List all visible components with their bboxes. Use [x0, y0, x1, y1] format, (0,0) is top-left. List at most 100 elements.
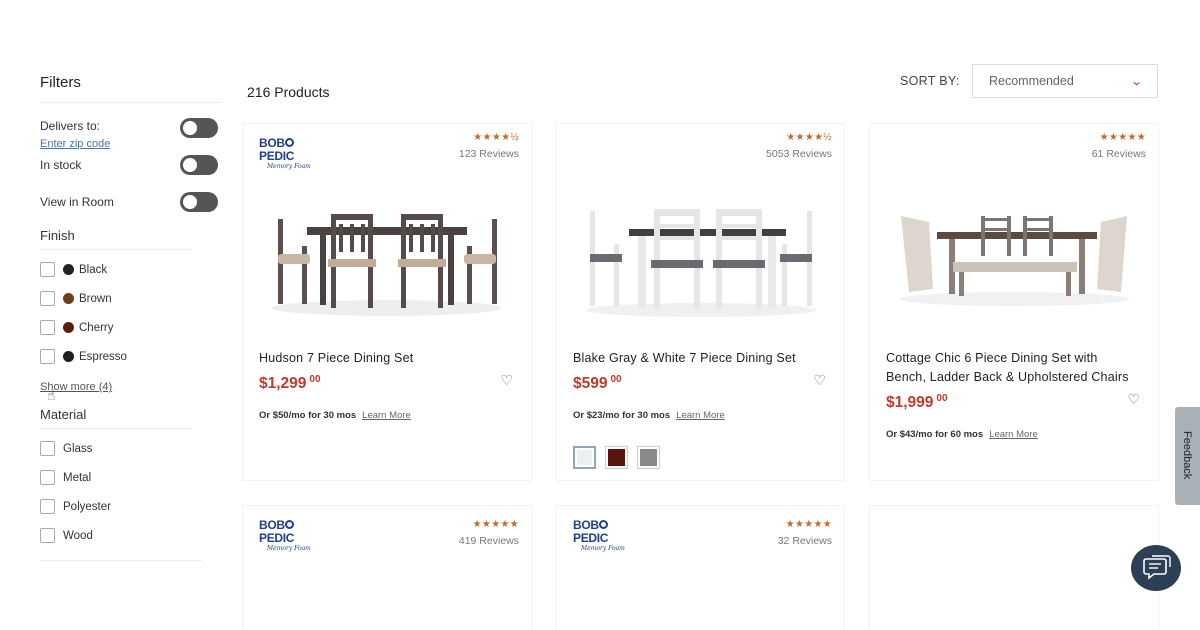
filters-title: Filters: [40, 74, 81, 91]
product-name[interactable]: Cottage Chic 6 Piece Dining Set with Ben…: [886, 349, 1129, 387]
finish-label: Espresso: [79, 350, 127, 363]
material-option-glass[interactable]: Glass: [40, 434, 222, 463]
star-rating: ★★★★½: [473, 132, 519, 143]
feedback-label: Feedback: [1181, 431, 1193, 480]
review-count[interactable]: 419 Reviews: [459, 535, 519, 547]
product-card[interactable]: BOBPEDIC Memory Foam ★★★★½ 123 Reviews H…: [243, 124, 531, 480]
finance-terms: Or $23/mo for 30 mos: [573, 410, 671, 421]
finish-option-espresso[interactable]: Espresso: [40, 342, 222, 371]
checkbox[interactable]: [40, 499, 55, 514]
brand-tagline: Memory Foam: [267, 545, 311, 552]
material-label: Polyester: [63, 500, 111, 513]
product-name[interactable]: Hudson 7 Piece Dining Set: [259, 349, 413, 368]
swatch-gray[interactable]: [637, 446, 660, 469]
finish-option-brown[interactable]: Brown: [40, 284, 222, 313]
product-card[interactable]: BOBPEDIC Memory Foam ★★★★★ 32 Reviews: [557, 506, 844, 630]
finance-text: Or $50/mo for 30 mos Learn More: [259, 410, 411, 421]
finish-options: Black Brown Cherry Espresso: [40, 255, 222, 371]
heart-icon[interactable]: ♡: [500, 372, 513, 389]
heart-icon[interactable]: ♡: [813, 372, 826, 389]
material-option-polyester[interactable]: Polyester: [40, 492, 222, 521]
filter-sidebar: Filters Delivers to: Enter zip code In s…: [40, 74, 222, 561]
brand-name: BOBPEDIC: [259, 137, 325, 163]
brand-name-part: BOB: [573, 518, 599, 532]
brand-tagline: Memory Foam: [267, 163, 311, 170]
star-rating: ★★★★½: [786, 132, 832, 143]
checkbox[interactable]: [40, 349, 55, 364]
product-card[interactable]: ★★★★½ 5053 Reviews Blake Gray & White 7 …: [557, 124, 844, 480]
learn-more-link[interactable]: Learn More: [989, 429, 1038, 440]
review-count[interactable]: 123 Reviews: [459, 148, 519, 160]
checkbox[interactable]: [40, 320, 55, 335]
toggle-knob: [183, 121, 197, 135]
chevron-down-icon: ⌄: [1129, 75, 1143, 88]
checkbox[interactable]: [40, 470, 55, 485]
checkbox[interactable]: [40, 262, 55, 277]
finish-title: Finish: [40, 228, 75, 243]
material-options: Glass Metal Polyester Wood: [40, 434, 222, 550]
learn-more-link[interactable]: Learn More: [362, 410, 411, 421]
finish-option-black[interactable]: Black: [40, 255, 222, 284]
brand-o-ring: [599, 520, 609, 529]
product-name-line-2: Bench, Ladder Back & Upholstered Chairs: [886, 370, 1129, 384]
view-in-room-toggle[interactable]: [180, 192, 218, 212]
enter-zip-link[interactable]: Enter zip code: [40, 138, 110, 150]
review-count[interactable]: 5053 Reviews: [766, 148, 832, 160]
finance-terms: Or $43/mo for 60 mos: [886, 429, 984, 440]
learn-more-link[interactable]: Learn More: [676, 410, 725, 421]
review-count[interactable]: 61 Reviews: [1092, 148, 1146, 160]
product-image[interactable]: [557, 184, 844, 324]
product-card[interactable]: ★★★★★ 61 Reviews Cottage Chic 6 Piece Di…: [870, 124, 1158, 480]
color-dot: [63, 293, 74, 304]
review-count[interactable]: 32 Reviews: [778, 535, 832, 547]
checkbox[interactable]: [40, 441, 55, 456]
brand-name-part: PEDIC: [259, 531, 295, 545]
swatch-white[interactable]: [573, 446, 596, 469]
toggle-knob: [183, 158, 197, 172]
bobopedic-logo: BOBPEDIC Memory Foam: [573, 519, 639, 553]
divider: [40, 560, 202, 561]
toggle-knob: [183, 195, 197, 209]
color-dot: [63, 264, 74, 275]
finance-text: Or $43/mo for 60 mos Learn More: [886, 429, 1038, 440]
color-swatches: [573, 446, 660, 469]
finish-label: Brown: [79, 292, 112, 305]
product-price: $1,299 00: [259, 374, 321, 393]
view-in-room-label: View in Room: [40, 195, 114, 209]
material-option-wood[interactable]: Wood: [40, 521, 222, 550]
price-dollars: $599: [573, 375, 608, 392]
show-more-link[interactable]: Show more (4) ☝: [40, 381, 112, 403]
in-stock-toggle[interactable]: [180, 155, 218, 175]
checkbox[interactable]: [40, 291, 55, 306]
product-name[interactable]: Blake Gray & White 7 Piece Dining Set: [573, 349, 796, 368]
brand-name: BOBPEDIC: [259, 519, 325, 545]
brand-name: BOBPEDIC: [573, 519, 639, 545]
price-cents: 00: [936, 393, 948, 404]
delivers-to-toggle[interactable]: [180, 118, 218, 138]
pointer-cursor-icon: ☝: [47, 387, 56, 403]
finish-label: Cherry: [79, 321, 114, 334]
material-label: Wood: [63, 529, 93, 542]
heart-icon[interactable]: ♡: [1127, 391, 1140, 408]
product-image[interactable]: [870, 184, 1158, 324]
brand-o-ring: [285, 138, 295, 147]
swatch-fill: [608, 449, 625, 466]
product-name-line-1: Cottage Chic 6 Piece Dining Set with: [886, 351, 1098, 365]
material-option-metal[interactable]: Metal: [40, 463, 222, 492]
finish-option-cherry[interactable]: Cherry: [40, 313, 222, 342]
product-card[interactable]: [870, 506, 1158, 630]
sort-select[interactable]: Recommended ⌄: [972, 64, 1158, 98]
product-price: $1,999 00: [886, 393, 948, 412]
bobopedic-logo: BOBPEDIC Memory Foam: [259, 137, 325, 171]
product-card[interactable]: BOBPEDIC Memory Foam ★★★★★ 419 Reviews: [243, 506, 531, 630]
swatch-cherry[interactable]: [605, 446, 628, 469]
feedback-tab[interactable]: Feedback: [1175, 407, 1200, 505]
brand-tagline: Memory Foam: [581, 545, 625, 552]
star-rating: ★★★★★: [1099, 132, 1146, 143]
checkbox[interactable]: [40, 528, 55, 543]
chat-button[interactable]: [1131, 545, 1181, 591]
product-image[interactable]: [243, 184, 531, 324]
material-label: Glass: [63, 442, 93, 455]
delivers-to-label: Delivers to:: [40, 119, 101, 133]
divider: [40, 249, 192, 250]
